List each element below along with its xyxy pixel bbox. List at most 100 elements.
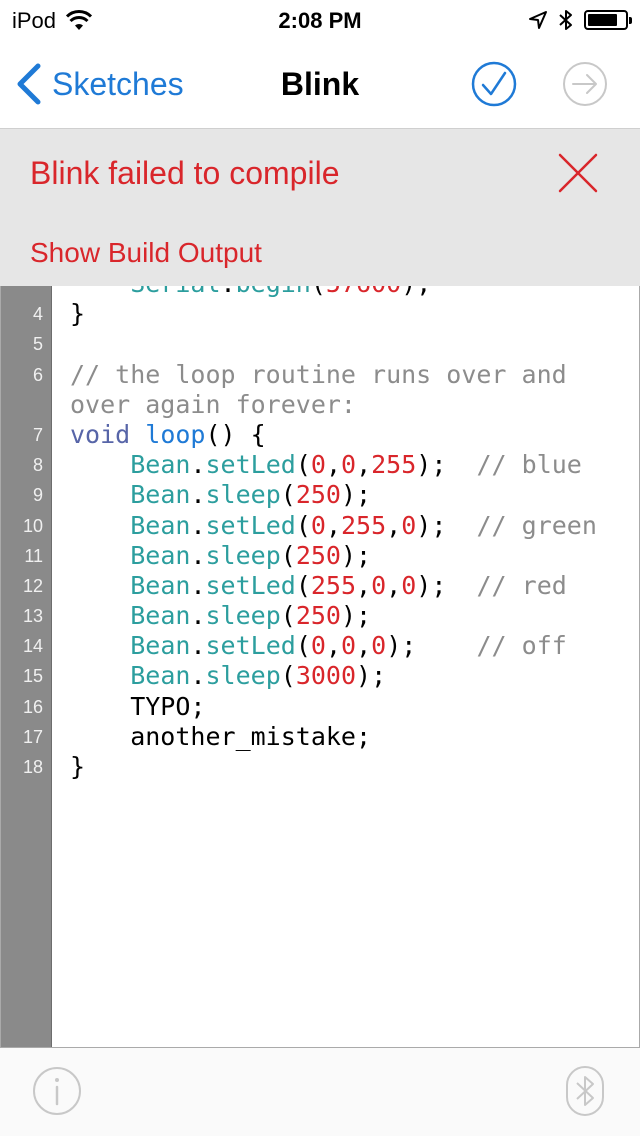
code-token: void	[70, 419, 131, 449]
code-token: );	[340, 480, 372, 510]
code-editor[interactable]: Serial.begin(57600);4}56// the loop rout…	[0, 286, 640, 1048]
verify-button[interactable]	[471, 61, 517, 107]
code-token: Bean	[130, 450, 191, 480]
code-token: 255	[341, 510, 387, 540]
code-text: }	[70, 299, 85, 329]
code-text: }	[70, 752, 85, 782]
navigation-bar: Sketches Blink	[0, 40, 640, 128]
error-banner: Blink failed to compile Show Build Outpu…	[0, 128, 640, 286]
code-line: 18}	[1, 752, 639, 782]
code-token: (	[280, 480, 296, 510]
code-token: (	[295, 570, 311, 600]
code-line: 6 // the loop routine runs over and	[1, 360, 639, 390]
code-line: 7 void loop() {	[1, 420, 639, 450]
code-token: 57600	[326, 286, 401, 298]
code-token: }	[70, 299, 86, 329]
code-token: ,	[325, 631, 341, 661]
line-number: 9	[32, 485, 43, 506]
code-text: Bean.setLed(255,0,0); // red	[70, 571, 567, 601]
code-token: ,	[325, 450, 341, 480]
code-line: 4}	[1, 299, 639, 329]
location-arrow-icon	[529, 11, 547, 29]
code-token: loop	[145, 419, 206, 449]
line-number: 17	[22, 726, 43, 747]
code-token: Bean	[130, 570, 191, 600]
code-token: .	[190, 540, 206, 570]
code-token: TYPO;	[70, 691, 206, 721]
code-token: .	[190, 570, 206, 600]
code-text: Bean.setLed(0,255,0); // green	[70, 511, 597, 541]
code-token: ,	[386, 510, 402, 540]
code-token: Bean	[130, 480, 191, 510]
code-token: (	[280, 540, 296, 570]
code-token: Bean	[130, 540, 191, 570]
code-token: setLed	[205, 631, 296, 661]
code-line: 16 TYPO;	[1, 692, 639, 722]
close-icon[interactable]	[556, 151, 600, 195]
code-token: setLed	[205, 570, 296, 600]
code-line: over again forever:	[1, 390, 639, 420]
code-text: Bean.sleep(250);	[70, 480, 371, 510]
code-token: 0	[371, 631, 387, 661]
code-text: Bean.sleep(3000);	[70, 661, 386, 691]
code-token: Serial	[130, 286, 220, 298]
code-token: 0	[310, 450, 326, 480]
code-token: (	[295, 631, 311, 661]
code-token: }	[70, 752, 86, 781]
line-number: 7	[32, 424, 43, 445]
code-text: Bean.sleep(250);	[70, 601, 371, 631]
code-token: (	[280, 661, 296, 691]
upload-button[interactable]	[562, 61, 608, 107]
code-text: // the loop routine runs over and	[70, 360, 567, 390]
code-line: 8 Bean.setLed(0,0,255); // blue	[1, 450, 639, 480]
show-build-output-link[interactable]: Show Build Output	[30, 237, 262, 269]
bluetooth-icon	[559, 10, 572, 30]
code-token: ,	[356, 450, 372, 480]
code-token: );	[340, 601, 372, 631]
line-number: 6	[32, 364, 43, 385]
line-number: 18	[22, 757, 43, 777]
code-token: );	[416, 450, 477, 480]
code-line: 9 Bean.sleep(250);	[1, 480, 639, 510]
bluetooth-icon[interactable]	[566, 1066, 604, 1116]
code-token: .	[221, 286, 236, 298]
code-token: another_mistake;	[70, 721, 372, 751]
code-text: Serial.begin(57600);	[70, 286, 431, 299]
code-text: Bean.setLed(0,0,255); // blue	[70, 450, 582, 480]
code-token: ,	[356, 570, 372, 600]
code-area[interactable]: Serial.begin(57600);4}56// the loop rout…	[1, 286, 639, 782]
code-token: 250	[295, 601, 341, 631]
status-right	[528, 8, 632, 32]
code-token: 250	[295, 540, 341, 570]
line-number: 12	[22, 575, 43, 596]
code-token: 0	[401, 570, 417, 600]
code-token: );	[356, 661, 387, 691]
code-token: );	[340, 540, 372, 570]
line-number: 11	[24, 545, 43, 566]
line-number: 4	[32, 304, 43, 325]
code-text: void loop() {	[70, 420, 266, 450]
code-token: .	[190, 450, 206, 480]
code-line: 14 Bean.setLed(0,0,0); // off	[1, 631, 639, 661]
code-text: TYPO;	[70, 692, 205, 722]
code-token: Bean	[130, 631, 191, 661]
code-token: 0	[310, 510, 326, 540]
code-token: 255	[310, 570, 357, 600]
code-line: 12 Bean.setLed(255,0,0); // red	[1, 571, 639, 601]
code-token: Bean	[130, 661, 191, 691]
info-icon[interactable]	[32, 1066, 82, 1116]
code-token: .	[190, 631, 206, 661]
battery-level-fill	[588, 14, 617, 26]
code-token: sleep	[205, 661, 281, 691]
code-token: 250	[295, 480, 341, 510]
code-token: Bean	[130, 601, 191, 631]
battery-icon	[584, 10, 632, 30]
code-line: 13 Bean.sleep(250);	[1, 601, 639, 631]
code-token: // the loop routine runs over and	[70, 359, 567, 389]
code-token: 0	[371, 570, 387, 600]
code-token: // blue	[476, 450, 582, 480]
